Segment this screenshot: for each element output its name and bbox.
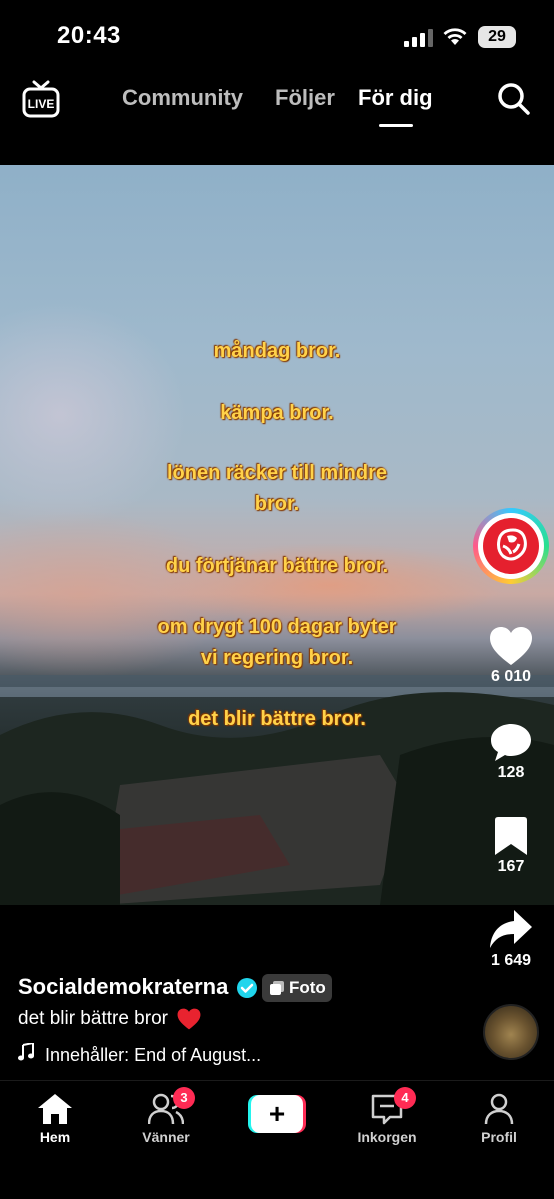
battery-indicator: 29 (478, 26, 516, 48)
caption-text: det blir bättre bror (18, 1008, 168, 1030)
tab-following[interactable]: Följer (275, 85, 335, 111)
overlay-text-line: lönen räcker till mindre (166, 462, 388, 484)
nav-inbox-label: Inkorgen (357, 1129, 417, 1145)
top-nav: LIVE Community Följer För dig (0, 70, 554, 160)
cellular-signal-icon (404, 29, 433, 47)
music-disc[interactable] (483, 1004, 539, 1060)
nav-profile-label: Profil (481, 1129, 517, 1145)
plus-icon: + (251, 1095, 303, 1133)
creator-username[interactable]: Socialdemokraterna (18, 974, 228, 1000)
photo-badge: Foto (262, 974, 332, 1002)
overlay-text-line: måndag bror. (213, 340, 341, 362)
svg-text:LIVE: LIVE (28, 97, 55, 111)
overlay-text-line: om drygt 100 dagar byter (157, 616, 397, 638)
friends-badge: 3 (173, 1087, 195, 1109)
bottom-nav: Hem 3 Vänner + 4 Inkorgen Profil (0, 1080, 554, 1199)
nav-profile[interactable]: Profil (454, 1093, 544, 1145)
tab-community[interactable]: Community (122, 85, 243, 111)
video-player[interactable]: måndag bror. kämpa bror. lönen räcker ti… (0, 165, 554, 905)
share-button[interactable]: 1 649 (476, 908, 546, 970)
comment-icon (491, 724, 531, 761)
overlay-text-line: vi regering bror. (200, 647, 354, 669)
photo-badge-label: Foto (289, 978, 326, 997)
status-bar: 20:43 29 (0, 0, 554, 70)
creator-avatar[interactable] (473, 508, 549, 584)
nav-friends[interactable]: 3 Vänner (121, 1087, 211, 1145)
nav-friends-label: Vänner (142, 1129, 190, 1145)
red-heart-icon (177, 1008, 201, 1030)
nav-home[interactable]: Hem (10, 1093, 100, 1145)
share-count: 1 649 (490, 952, 532, 969)
heart-icon (490, 627, 532, 665)
save-count: 167 (497, 858, 525, 875)
inbox-badge: 4 (394, 1087, 416, 1109)
search-icon[interactable] (497, 82, 531, 116)
nav-inbox[interactable]: 4 Inkorgen (342, 1087, 432, 1145)
overlay-text-line: kämpa bror. (220, 402, 334, 424)
home-icon (38, 1094, 72, 1124)
post-caption[interactable]: det blir bättre bror (18, 1008, 201, 1030)
music-info[interactable]: Innehåller: End of August... (18, 1043, 261, 1066)
photo-stack-icon (270, 981, 284, 995)
verified-badge-icon (237, 978, 257, 998)
profile-icon (484, 1093, 514, 1125)
tab-for-you[interactable]: För dig (358, 85, 433, 111)
comment-count: 128 (497, 764, 525, 781)
save-button[interactable]: 167 (476, 816, 546, 876)
music-title: Innehåller: End of August... (45, 1045, 262, 1065)
like-button[interactable]: 6 010 (476, 626, 546, 686)
create-button[interactable]: + (248, 1095, 306, 1133)
active-tab-indicator (379, 124, 413, 127)
overlay-text-line: bror. (254, 493, 300, 515)
comment-button[interactable]: 128 (476, 722, 546, 782)
bookmark-icon (495, 817, 527, 855)
rose-logo-icon (483, 518, 539, 574)
nav-home-label: Hem (39, 1129, 71, 1145)
live-icon[interactable]: LIVE (22, 80, 60, 118)
overlay-text-line: det blir bättre bror. (188, 708, 366, 730)
wifi-icon (443, 28, 467, 45)
music-note-icon (18, 1043, 34, 1061)
share-icon (490, 910, 532, 948)
like-count: 6 010 (490, 668, 532, 685)
status-time: 20:43 (57, 22, 121, 49)
overlay-text-line: du förtjänar bättre bror. (165, 555, 389, 577)
